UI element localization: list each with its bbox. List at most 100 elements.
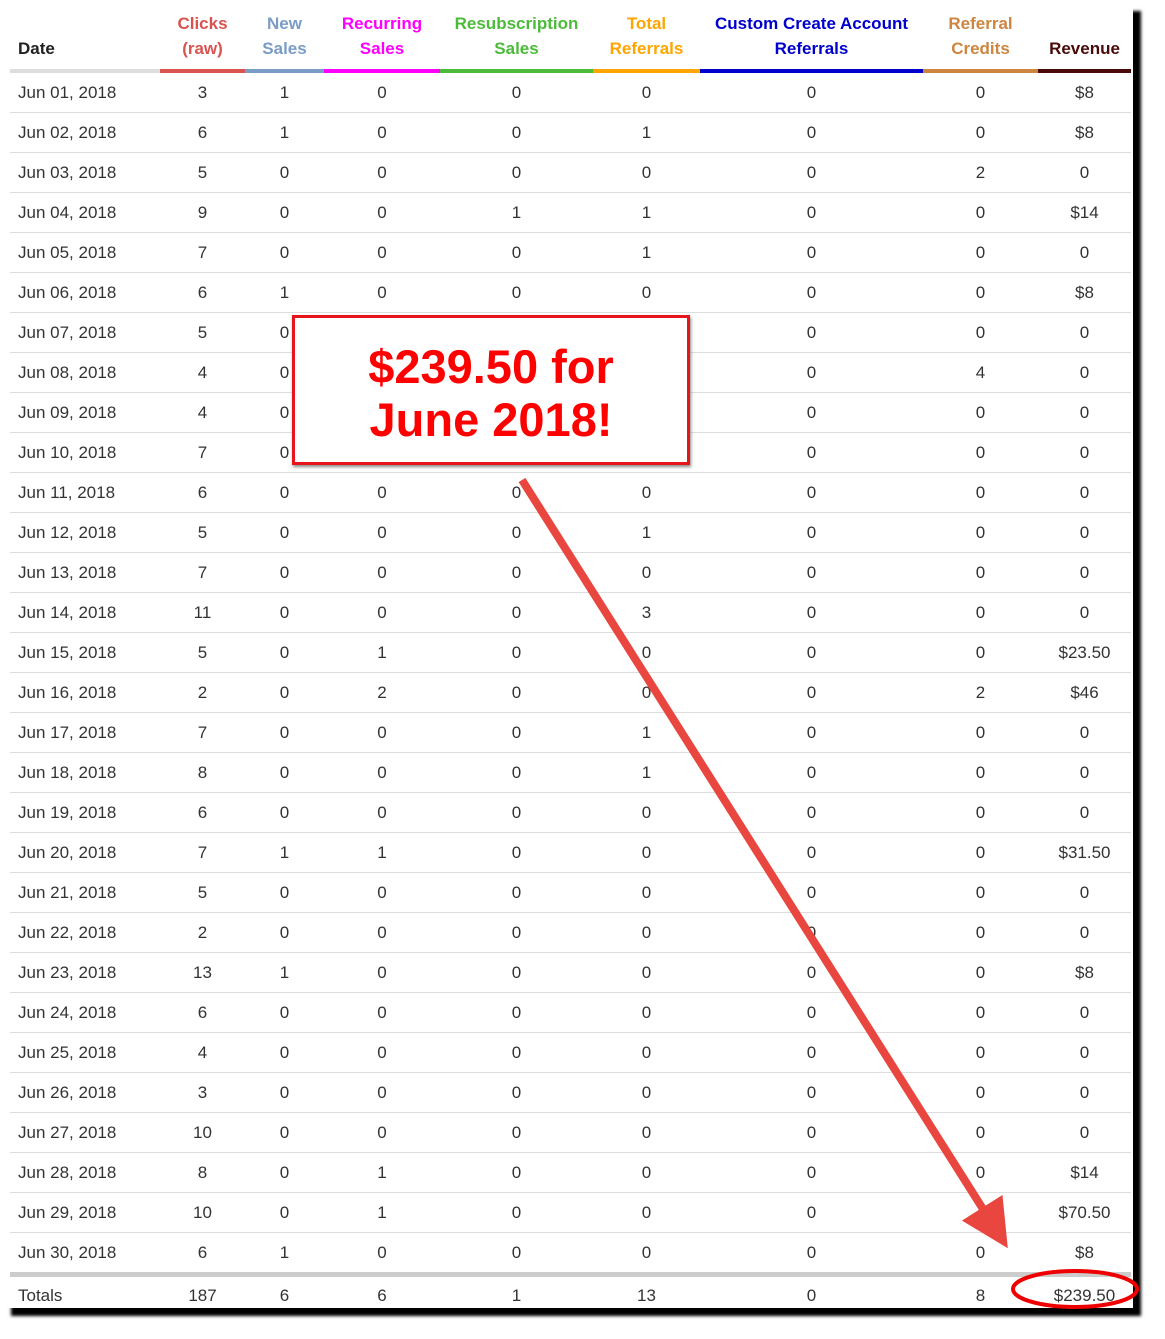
cell-date: Jun 11, 2018 — [10, 472, 160, 513]
cell-revenue: 0 — [1038, 152, 1131, 193]
cell-date: Jun 24, 2018 — [10, 992, 160, 1033]
cell-referral-credits: 0 — [923, 512, 1038, 553]
cell-custom-create-account-referrals: 0 — [700, 712, 923, 753]
cell-clicks: 13 — [160, 952, 245, 993]
cell-recurring-sales: 0 — [324, 272, 440, 313]
cell-new-sales: 0 — [245, 1152, 324, 1193]
cell-new-sales: 0 — [245, 1112, 324, 1153]
cell-referral-credits: 0 — [923, 312, 1038, 353]
cell-resubscription-sales: 0 — [440, 1152, 593, 1193]
cell-clicks: 10 — [160, 1112, 245, 1153]
cell-recurring-sales: 0 — [324, 792, 440, 833]
cell-clicks: 10 — [160, 1192, 245, 1233]
table-row: Jun 25, 2018 4 0 0 0 0 0 0 0 — [10, 1032, 1131, 1073]
column-header-referral-credits: Referral Credits — [923, 3, 1038, 73]
cell-clicks: 3 — [160, 71, 245, 113]
cell-clicks: 7 — [160, 552, 245, 593]
cell-revenue: $46 — [1038, 672, 1131, 713]
cell-date: Jun 26, 2018 — [10, 1072, 160, 1113]
cell-resubscription-sales: 0 — [440, 512, 593, 553]
cell-total-referrals: 0 — [593, 272, 700, 313]
column-header-custom-create-account-referrals: Custom Create Account Referrals — [700, 3, 923, 73]
cell-revenue: 0 — [1038, 232, 1131, 273]
cell-custom-create-account-referrals: 0 — [700, 872, 923, 913]
table-row: Jun 16, 2018 2 0 2 0 0 0 2 $46 — [10, 672, 1131, 713]
cell-revenue: 0 — [1038, 872, 1131, 913]
cell-resubscription-sales: 1 — [440, 192, 593, 233]
cell-recurring-sales: 0 — [324, 992, 440, 1033]
cell-revenue: 0 — [1038, 752, 1131, 793]
cell-total-referrals: 1 — [593, 232, 700, 273]
cell-referral-credits: 0 — [923, 872, 1038, 913]
cell-clicks: 8 — [160, 1152, 245, 1193]
cell-date: Jun 18, 2018 — [10, 752, 160, 793]
cell-total-referrals: 0 — [593, 912, 700, 953]
cell-date: Jun 17, 2018 — [10, 712, 160, 753]
cell-revenue: 0 — [1038, 712, 1131, 753]
cell-date: Jun 01, 2018 — [10, 71, 160, 113]
table-row: Jun 28, 2018 8 0 1 0 0 0 0 $14 — [10, 1152, 1131, 1193]
cell-new-sales: 1 — [245, 112, 324, 153]
cell-referral-credits: 0 — [923, 992, 1038, 1033]
cell-revenue: 0 — [1038, 552, 1131, 593]
cell-total-referrals: 0 — [593, 472, 700, 513]
cell-referral-credits: 0 — [923, 912, 1038, 953]
cell-referral-credits: 0 — [923, 552, 1038, 593]
cell-clicks: 4 — [160, 392, 245, 433]
table-row: Jun 01, 2018 3 1 0 0 0 0 0 $8 — [10, 71, 1131, 113]
header-line-2: Sales — [359, 39, 405, 58]
cell-new-sales: 0 — [245, 992, 324, 1033]
cell-resubscription-sales: 0 — [440, 592, 593, 633]
cell-recurring-sales: 1 — [324, 1152, 440, 1193]
table-row: Jun 11, 2018 6 0 0 0 0 0 0 0 — [10, 472, 1131, 513]
cell-total-referrals: 0 — [593, 792, 700, 833]
cell-resubscription-sales: 0 — [440, 472, 593, 513]
cell-clicks: 7 — [160, 712, 245, 753]
cell-revenue: $8 — [1038, 272, 1131, 313]
cell-recurring-sales: 0 — [324, 472, 440, 513]
cell-new-sales: 1 — [245, 832, 324, 873]
cell-date: Jun 29, 2018 — [10, 1192, 160, 1233]
cell-resubscription-sales: 0 — [440, 1112, 593, 1153]
cell-custom-create-account-referrals: 0 — [700, 432, 923, 473]
cell-new-sales: 0 — [245, 872, 324, 913]
cell-resubscription-sales: 0 — [440, 1032, 593, 1073]
cell-clicks: 2 — [160, 912, 245, 953]
cell-referral-credits: 0 — [923, 632, 1038, 673]
cell-custom-create-account-referrals: 0 — [700, 352, 923, 393]
cell-custom-create-account-referrals: 0 — [700, 272, 923, 313]
cell-referral-credits: 0 — [923, 592, 1038, 633]
cell-revenue: 0 — [1038, 1072, 1131, 1113]
cell-resubscription-sales: 0 — [440, 1192, 593, 1233]
cell-resubscription-sales: 0 — [440, 71, 593, 113]
header-line-1: New — [267, 14, 302, 33]
cell-new-sales: 0 — [245, 512, 324, 553]
cell-referral-credits: 4 — [923, 352, 1038, 393]
cell-custom-create-account-referrals: 0 — [700, 992, 923, 1033]
cell-date: Jun 05, 2018 — [10, 232, 160, 273]
cell-custom-create-account-referrals: 0 — [700, 152, 923, 193]
cell-total-referrals: 0 — [593, 952, 700, 993]
cell-referral-credits: 0 — [923, 832, 1038, 873]
cell-total-referrals: 0 — [593, 1192, 700, 1233]
cell-date: Jun 23, 2018 — [10, 952, 160, 993]
cell-resubscription-sales: 0 — [440, 992, 593, 1033]
cell-total-referrals: 1 — [593, 752, 700, 793]
cell-custom-create-account-referrals: 0 — [700, 1232, 923, 1275]
cell-total-referrals: 0 — [593, 672, 700, 713]
cell-resubscription-sales: 0 — [440, 272, 593, 313]
cell-clicks: 6 — [160, 792, 245, 833]
cell-custom-create-account-referrals: 0 — [700, 952, 923, 993]
header-line-1: Resubscription — [454, 14, 579, 33]
cell-total-referrals: 0 — [593, 552, 700, 593]
column-header-resubscription-sales: Resubscription Sales — [440, 3, 593, 73]
cell-resubscription-sales: 0 — [440, 632, 593, 673]
cell-resubscription-sales: 0 — [440, 952, 593, 993]
table-row: Jun 24, 2018 6 0 0 0 0 0 0 0 — [10, 992, 1131, 1033]
cell-resubscription-sales: 0 — [440, 872, 593, 913]
cell-new-sales: 0 — [245, 152, 324, 193]
cell-total-referrals: 3 — [593, 592, 700, 633]
cell-new-sales: 0 — [245, 592, 324, 633]
cell-recurring-sales: 0 — [324, 192, 440, 233]
cell-date: Jun 25, 2018 — [10, 1032, 160, 1073]
